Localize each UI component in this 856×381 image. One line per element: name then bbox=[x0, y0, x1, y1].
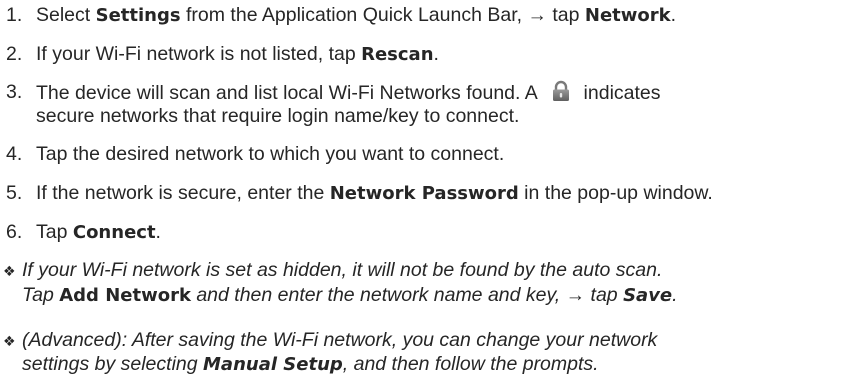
diamond-bullet-icon: ❖ bbox=[3, 263, 16, 279]
step-text: secure networks that require login name/… bbox=[36, 105, 520, 127]
step-text: Tap the desired network to which you wan… bbox=[36, 143, 505, 165]
settings-term: Settings bbox=[95, 5, 181, 26]
wifi-setup-instructions: 1. Select Settings from the Application … bbox=[0, 0, 856, 381]
step-number: 6. bbox=[6, 221, 23, 243]
manual-setup-term: Manual Setup bbox=[203, 354, 343, 375]
step-text: The device will scan and list local Wi-F… bbox=[36, 80, 661, 104]
step-text: Select Settings from the Application Qui… bbox=[36, 4, 677, 26]
note-text: If your Wi-Fi network is set as hidden, … bbox=[22, 259, 663, 281]
step-number: 3. bbox=[6, 81, 23, 103]
step-number: 1. bbox=[6, 4, 23, 26]
note-text: (Advanced): After saving the Wi-Fi netwo… bbox=[22, 329, 658, 351]
add-network-term: Add Network bbox=[59, 285, 191, 306]
note-text: Tap Add Network and then enter the netwo… bbox=[22, 284, 678, 306]
rescan-term: Rescan bbox=[361, 44, 434, 65]
note-text: settings by selecting Manual Setup, and … bbox=[22, 353, 599, 375]
network-term: Network bbox=[584, 5, 671, 26]
step-text: If the network is secure, enter the Netw… bbox=[36, 182, 713, 204]
step-number: 5. bbox=[6, 182, 23, 204]
network-password-term: Network Password bbox=[329, 183, 519, 204]
step-number: 4. bbox=[6, 143, 23, 165]
diamond-bullet-icon: ❖ bbox=[3, 333, 16, 349]
step-text: If your Wi-Fi network is not listed, tap… bbox=[36, 43, 439, 65]
step-number: 2. bbox=[6, 43, 23, 65]
step-text: Tap Connect. bbox=[36, 221, 161, 243]
save-term: Save bbox=[623, 285, 673, 306]
padlock-icon bbox=[553, 80, 570, 101]
connect-term: Connect bbox=[72, 222, 156, 243]
